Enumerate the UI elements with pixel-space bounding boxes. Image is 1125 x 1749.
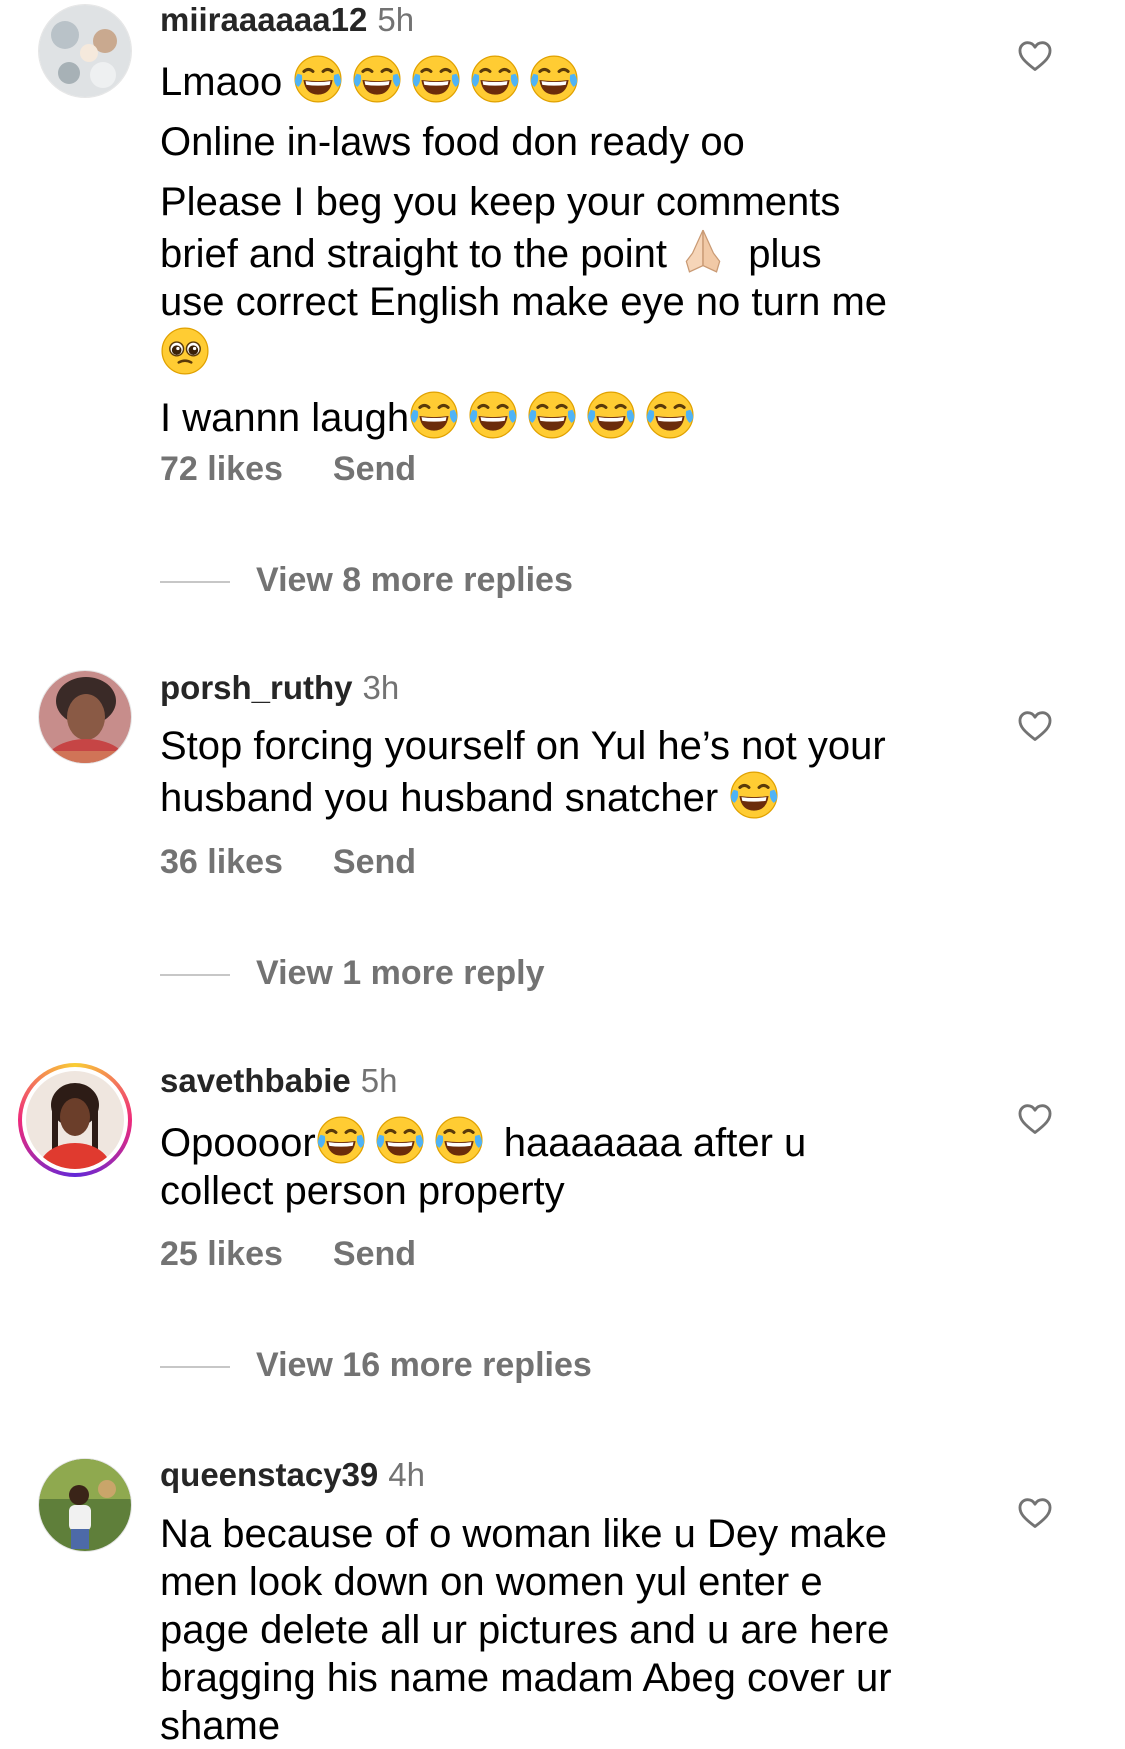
view-replies-button[interactable]: View 8 more replies [160,561,573,600]
username[interactable]: queenstacy39 [160,1456,378,1493]
comment-line: bragging his name madam Abeg cover ur [160,1656,892,1700]
timestamp: 4h [388,1456,426,1493]
face-with-tears-of-joy-emoji [376,1116,424,1164]
heart-icon[interactable] [1016,707,1054,745]
comment-text: Lmaoo Online in-laws food don ready oo P… [160,54,990,442]
comment-line: Opoooor haaaaaaa after u [160,1115,990,1167]
comment-line: shame [160,1704,281,1744]
comment-line: use correct English make eye no turn me [160,280,888,324]
avatar[interactable] [38,1458,132,1552]
face-with-tears-of-joy-emoji [412,55,460,103]
comment-line: Please I beg you keep your comments [160,180,841,224]
pleading-face-emoji [161,327,209,375]
face-with-tears-of-joy-emoji [730,771,778,819]
comment-line: Na because of o woman like u Dey make [160,1512,888,1556]
divider [160,974,230,977]
username[interactable]: porsh_ruthy [160,669,353,706]
timestamp: 3h [362,669,400,706]
divider [160,1366,230,1369]
face-with-tears-of-joy-emoji [353,55,401,103]
timestamp: 5h [360,1062,398,1099]
timestamp: 5h [377,1,415,38]
comment-header: porsh_ruthy 3h [160,668,399,708]
avatar[interactable] [38,670,132,764]
heart-icon[interactable] [1016,1494,1054,1532]
likes-count[interactable]: 36 likes [160,843,283,881]
comment-line: husband you husband snatcher [160,770,990,822]
avatar-with-story-ring[interactable] [18,1063,132,1177]
username[interactable]: miiraaaaaa12 [160,1,367,38]
likes-count[interactable]: 25 likes [160,1235,283,1273]
divider [160,581,230,584]
face-with-tears-of-joy-emoji [410,391,458,439]
send-button[interactable]: Send [333,450,416,488]
comment-text: Stop forcing yourself on Yul he’s not yo… [160,722,990,822]
comment-line: Lmaoo [160,54,990,106]
avatar[interactable] [38,4,132,98]
comment-header: savethbabie 5h [160,1061,397,1101]
face-with-tears-of-joy-emoji [294,55,342,103]
comment-actions: 72 likes Send [160,450,416,489]
avatar [26,1071,124,1169]
view-replies-label: View 16 more replies [256,1346,592,1384]
comment-line: men look down on women yul enter e [160,1560,823,1604]
face-with-tears-of-joy-emoji [317,1116,365,1164]
comment-line [160,326,990,378]
comment-header: queenstacy39 4h [160,1455,425,1495]
heart-icon[interactable] [1016,1100,1054,1138]
view-replies-label: View 1 more reply [256,954,545,992]
face-with-tears-of-joy-emoji [587,391,635,439]
comment-line: page delete all ur pictures and u are he… [160,1608,890,1652]
comment-header: miiraaaaaa12 5h [160,0,414,40]
face-with-tears-of-joy-emoji [646,391,694,439]
comment-actions: 25 likes Send [160,1235,416,1274]
comment-actions: 36 likes Send [160,843,416,882]
send-button[interactable]: Send [333,843,416,881]
face-with-tears-of-joy-emoji [530,55,578,103]
heart-icon[interactable] [1016,37,1054,75]
view-replies-label: View 8 more replies [256,561,573,599]
comment-line: Online in-laws food don ready oo [160,120,745,164]
send-button[interactable]: Send [333,1235,416,1273]
likes-count[interactable]: 72 likes [160,450,283,488]
face-with-tears-of-joy-emoji [469,391,517,439]
username[interactable]: savethbabie [160,1062,351,1099]
face-with-tears-of-joy-emoji [528,391,576,439]
comment-text: Opoooor haaaaaaa after u collect person … [160,1115,990,1215]
comment-line: I wannn laugh [160,390,990,442]
view-replies-button[interactable]: View 1 more reply [160,954,545,993]
comment-text: Na because of o woman like u Dey make me… [160,1510,990,1744]
comment-line: collect person property [160,1169,565,1213]
comment-line: brief and straight to the point plus [160,226,990,278]
comment-line: Stop forcing yourself on Yul he’s not yo… [160,724,886,768]
folded-hands-emoji [685,229,721,273]
view-replies-button[interactable]: View 16 more replies [160,1346,592,1385]
face-with-tears-of-joy-emoji [471,55,519,103]
face-with-tears-of-joy-emoji [435,1116,483,1164]
